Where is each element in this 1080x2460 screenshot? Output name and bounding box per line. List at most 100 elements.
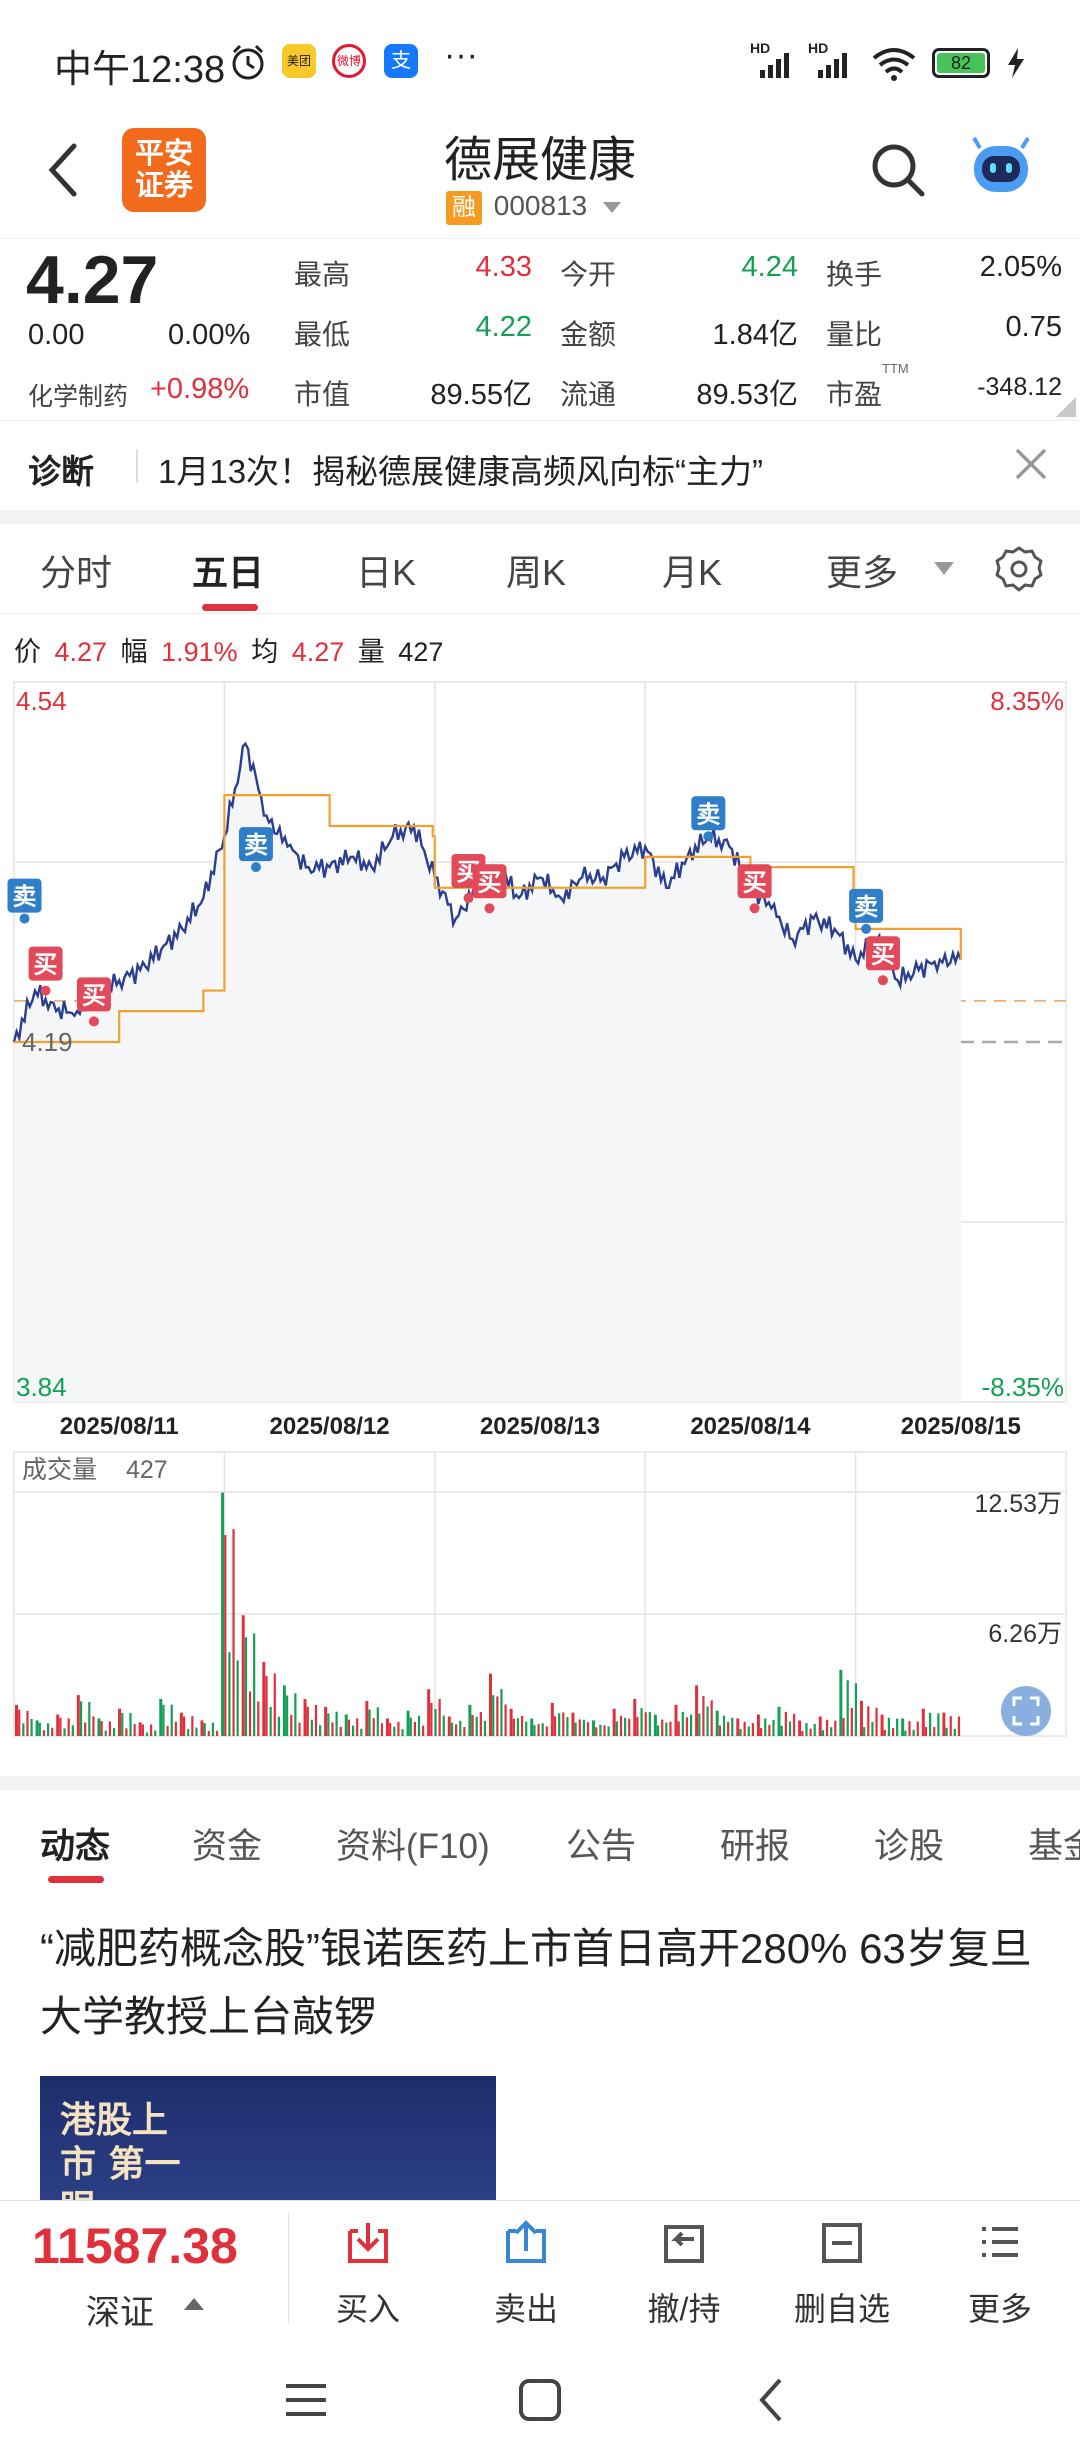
charging-icon xyxy=(1008,48,1024,78)
volume-bar xyxy=(145,1732,149,1736)
volume-bar xyxy=(150,1724,153,1736)
back-nav-icon[interactable] xyxy=(752,2376,792,2424)
tab-monthly-k[interactable]: 月K xyxy=(662,544,722,596)
more-dropdown-icon[interactable] xyxy=(932,560,956,578)
volume-bar xyxy=(335,1711,338,1736)
remove-watchlist-button[interactable]: 删自选 xyxy=(772,2219,912,2330)
caret-up-icon[interactable] xyxy=(182,2295,206,2313)
volume-bar xyxy=(525,1721,528,1736)
pe-label: 市盈 xyxy=(826,379,883,410)
menu-list-icon xyxy=(982,2227,1018,2257)
close-icon[interactable] xyxy=(1014,447,1048,481)
search-icon[interactable] xyxy=(870,140,926,200)
fullscreen-icon[interactable] xyxy=(1001,1686,1051,1736)
tab-daily-k[interactable]: 日K xyxy=(356,544,416,596)
turnover-value: 2.05% xyxy=(979,251,1062,283)
ai-assistant-icon[interactable] xyxy=(966,134,1036,204)
tab-diagnose[interactable]: 诊股 xyxy=(874,1818,944,1869)
tab-funds[interactable]: 资金 xyxy=(192,1818,262,1869)
volume-bar xyxy=(244,1637,248,1736)
tab-more[interactable]: 更多 xyxy=(826,544,898,596)
volume-bar xyxy=(417,1715,421,1736)
recent-apps-icon[interactable] xyxy=(282,2380,330,2420)
buy-point xyxy=(40,985,51,996)
volume-bar xyxy=(331,1722,334,1736)
tab-announcements[interactable]: 公告 xyxy=(566,1818,636,1869)
volume-bar xyxy=(698,1713,701,1736)
volume-bar xyxy=(360,1728,363,1736)
volume-bar xyxy=(372,1718,375,1736)
cancel-hold-button[interactable]: 撤/持 xyxy=(614,2219,754,2330)
index-name[interactable]: 深证 xyxy=(86,2285,154,2334)
volume-bar xyxy=(656,1725,660,1736)
volume-bar xyxy=(413,1721,417,1736)
tab-research[interactable]: 研报 xyxy=(720,1818,790,1869)
volume-bar xyxy=(669,1721,672,1736)
volume-bar xyxy=(133,1724,136,1736)
buy-point xyxy=(877,975,888,986)
volume-bar xyxy=(571,1712,575,1736)
news-headline[interactable]: “减肥药概念股”银诺医药上市首日高开280% 63岁复旦大学教授上台敲锣 xyxy=(40,1915,1040,2051)
diagnosis-bar[interactable]: 诊断 1月13次！揭秘德展健康高频风向标“主力” xyxy=(0,420,1080,510)
volume-bar xyxy=(937,1713,940,1736)
home-icon[interactable] xyxy=(516,2376,564,2424)
volume-bar xyxy=(727,1721,730,1736)
tab-intraday[interactable]: 分时 xyxy=(40,544,112,596)
tab-fund[interactable]: 基金 xyxy=(1028,1818,1080,1869)
volume-bar xyxy=(42,1730,46,1736)
sell-marker-label: 卖 xyxy=(13,884,37,911)
volume-bar xyxy=(162,1704,165,1736)
x-tick-label: 2025/08/14 xyxy=(690,1413,811,1440)
volume-bar xyxy=(731,1717,734,1736)
volume-bar xyxy=(830,1727,833,1736)
buy-label: 买入 xyxy=(335,2291,400,2327)
tab-five-day[interactable]: 五日 xyxy=(192,544,264,596)
sell-button[interactable]: 卖出 xyxy=(456,2219,596,2330)
tab-weekly-k[interactable]: 周K xyxy=(506,544,566,596)
more-notifications: ··· xyxy=(444,36,478,74)
volume-bar xyxy=(471,1714,474,1736)
volume-bar xyxy=(924,1727,928,1736)
volume-bar xyxy=(438,1698,441,1736)
margin-badge: 融 xyxy=(446,190,482,225)
volume-bar xyxy=(351,1725,355,1736)
volume-bar xyxy=(479,1712,482,1736)
news-thumbnail[interactable]: 港股上市 第一眼 xyxy=(40,2076,496,2200)
volume-bar xyxy=(121,1712,124,1736)
x-tick-label: 2025/08/13 xyxy=(480,1413,600,1440)
float-cap-value: 89.53亿 xyxy=(696,379,798,411)
tab-news[interactable]: 动态 xyxy=(40,1818,110,1869)
y-bottom-label: 3.84 xyxy=(16,1372,67,1402)
five-day-chart[interactable]: 卖买买卖买买卖买卖买 4.543.848.35%-8.35%4.192025/0… xyxy=(0,676,1080,1756)
volume-bar xyxy=(665,1722,668,1736)
volume-bar xyxy=(253,1633,256,1736)
volume-bar xyxy=(825,1719,829,1736)
more-button[interactable]: 更多 xyxy=(930,2219,1070,2330)
volume-bar xyxy=(76,1695,80,1736)
volume-bar xyxy=(801,1730,804,1736)
volume-bar xyxy=(236,1660,239,1736)
volume-bar xyxy=(108,1721,111,1736)
volume-bar xyxy=(677,1721,680,1736)
volume-bar xyxy=(541,1723,544,1736)
volume-bar xyxy=(347,1719,351,1736)
volume-ratio-value: 0.75 xyxy=(1005,311,1062,343)
volume-bar xyxy=(520,1715,524,1736)
sell-icon xyxy=(506,2220,546,2263)
volume-bar xyxy=(241,1615,245,1736)
volume-bar xyxy=(747,1726,750,1736)
index-value[interactable]: 11587.38 xyxy=(32,2217,238,2275)
buy-button[interactable]: 买入 xyxy=(298,2219,438,2330)
volume-bar xyxy=(141,1724,144,1736)
volume-bar xyxy=(195,1727,198,1736)
settings-icon[interactable] xyxy=(994,544,1044,594)
volume-bar xyxy=(434,1709,437,1736)
pe-value: -348.12 xyxy=(977,373,1062,401)
stock-code-selector[interactable]: 融 000813 xyxy=(446,190,623,226)
volume-bar xyxy=(84,1722,87,1736)
sector-name[interactable]: 化学制药 xyxy=(28,377,128,413)
volume-bar xyxy=(949,1716,952,1736)
volume-bar xyxy=(500,1688,503,1736)
volume-bar xyxy=(633,1699,637,1736)
tab-f10[interactable]: 资料(F10) xyxy=(336,1818,490,1869)
